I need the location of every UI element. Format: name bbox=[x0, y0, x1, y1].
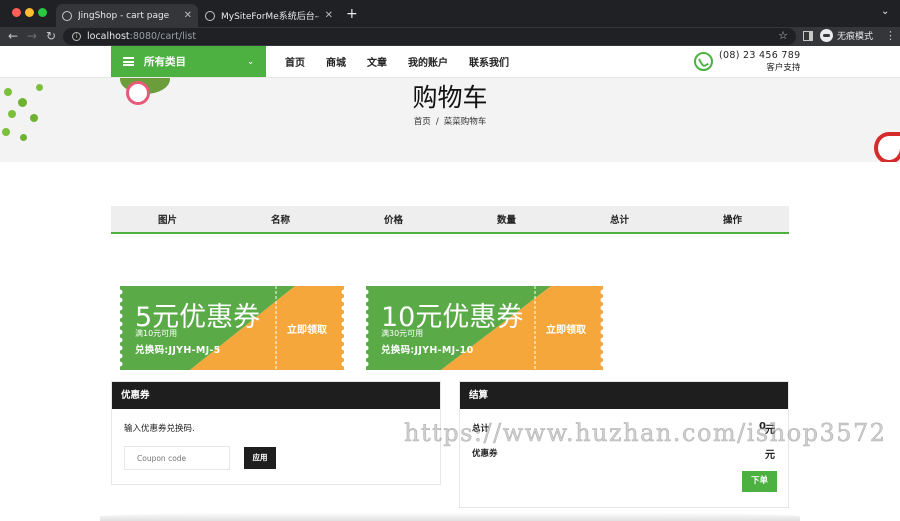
summary-coupon-unit: 元 bbox=[765, 450, 775, 461]
all-categories-button[interactable]: 所有类目 ⌄ bbox=[111, 46, 266, 77]
site-header: 所有类目 ⌄ 首页 商城 文章 我的账户 联系我们 (08) 23 456 78… bbox=[0, 46, 900, 78]
nav-shop[interactable]: 商城 bbox=[326, 54, 346, 69]
new-tab-button[interactable]: + bbox=[346, 5, 358, 23]
coupon-panel-title: 优惠券 bbox=[112, 382, 440, 409]
col-price: 价格 bbox=[383, 215, 403, 226]
tab-title: JingShop - cart page bbox=[78, 10, 170, 21]
chevron-down-icon: ⌄ bbox=[247, 57, 254, 66]
globe-icon bbox=[62, 10, 72, 21]
breadcrumb-current: 菜菜购物车 bbox=[443, 117, 487, 127]
incognito-label: 无痕模式 bbox=[837, 32, 874, 42]
globe-icon bbox=[205, 10, 215, 21]
page-title-band: 购物车 首页 / 菜菜购物车 bbox=[0, 78, 900, 162]
tab-title: MySiteForMe系统后台---孤独的 bbox=[221, 12, 319, 22]
nav-contact[interactable]: 联系我们 bbox=[469, 54, 509, 69]
summary-panel-title: 结算 bbox=[460, 382, 788, 409]
zoom-window-button[interactable] bbox=[38, 8, 47, 17]
breadcrumb-home[interactable]: 首页 bbox=[414, 117, 431, 127]
minimize-window-button[interactable] bbox=[25, 8, 34, 17]
close-window-button[interactable] bbox=[12, 8, 21, 17]
reload-icon[interactable]: ↻ bbox=[46, 28, 56, 45]
nav-my-account[interactable]: 我的账户 bbox=[408, 54, 448, 69]
claim-coupon-button[interactable]: 立即领取 bbox=[546, 321, 586, 336]
pea-decoration bbox=[20, 134, 27, 141]
tab-close-icon[interactable]: ✕ bbox=[184, 10, 192, 21]
breadcrumb: 首页 / 菜菜购物车 bbox=[0, 115, 900, 127]
coupon-card-10[interactable]: 10元优惠券 满30元可用 兑换码:JJYH-MJ-10 立即领取 bbox=[366, 286, 603, 370]
main-nav: 首页 商城 文章 我的账户 联系我们 bbox=[285, 46, 530, 77]
claim-coupon-button[interactable]: 立即领取 bbox=[287, 321, 327, 336]
incognito-indicator[interactable]: 无痕模式 bbox=[820, 29, 873, 42]
coupon-code: 兑换码:JJYH-MJ-5 bbox=[135, 345, 221, 356]
url-path: :8080/cart/list bbox=[129, 31, 197, 42]
site-info-icon[interactable]: i bbox=[72, 32, 81, 41]
back-arrow-icon[interactable]: ← bbox=[8, 28, 18, 45]
coupon-condition: 满10元可用 bbox=[135, 329, 178, 338]
nav-articles[interactable]: 文章 bbox=[367, 54, 387, 69]
forward-arrow-icon[interactable]: → bbox=[27, 28, 37, 45]
tab-close-icon[interactable]: ✕ bbox=[325, 10, 333, 21]
col-total: 总计 bbox=[609, 215, 629, 226]
summary-coupon-label: 优惠券 bbox=[472, 449, 498, 459]
phone-icon bbox=[694, 52, 713, 71]
page-bottom-shadow bbox=[100, 512, 800, 521]
browser-toolbar: ← → ↻ i localhost:8080/cart/list ☆ 无痕模式 … bbox=[0, 27, 900, 46]
col-quantity: 数量 bbox=[496, 215, 516, 226]
browser-tab-active[interactable]: JingShop - cart page ✕ bbox=[56, 4, 198, 27]
col-name: 名称 bbox=[270, 215, 290, 226]
side-panel-icon[interactable] bbox=[803, 31, 813, 41]
hamburger-icon bbox=[123, 57, 134, 66]
coupon-code-input[interactable] bbox=[124, 446, 230, 470]
place-order-button[interactable]: 下单 bbox=[742, 471, 777, 492]
coupon-condition: 满30元可用 bbox=[381, 329, 424, 338]
col-actions: 操作 bbox=[722, 215, 742, 226]
browser-tab-bar: JingShop - cart page ✕ MySiteForMe系统后台--… bbox=[0, 0, 900, 27]
coupon-code: 兑换码:JJYH-MJ-10 bbox=[381, 345, 474, 356]
coupon-panel: 优惠券 输入优惠券兑换码. 应用 bbox=[111, 381, 441, 485]
incognito-icon bbox=[820, 29, 833, 42]
page-title: 购物车 bbox=[412, 83, 488, 112]
pepper-decoration bbox=[874, 132, 900, 162]
support-label: 客户支持 bbox=[766, 63, 801, 73]
col-image: 图片 bbox=[157, 215, 177, 226]
customer-support: (08) 23 456 789 客户支持 bbox=[694, 50, 800, 73]
cart-table-header: 图片 名称 价格 数量 总计 操作 bbox=[111, 206, 789, 234]
pea-decoration bbox=[2, 128, 10, 136]
support-phone: (08) 23 456 789 bbox=[719, 50, 801, 61]
apply-coupon-button[interactable]: 应用 bbox=[244, 447, 276, 469]
browser-tab[interactable]: MySiteForMe系统后台---孤独的 ✕ bbox=[199, 4, 339, 27]
coupon-intro: 输入优惠券兑换码. bbox=[124, 424, 195, 434]
all-categories-label: 所有类目 bbox=[144, 56, 186, 68]
breadcrumb-separator: / bbox=[435, 117, 439, 127]
watermark-text: https://www.huzhan.com/ishop3572 bbox=[404, 419, 887, 448]
coupon-card-5[interactable]: 5元优惠券 满10元可用 兑换码:JJYH-MJ-5 立即领取 bbox=[120, 286, 344, 370]
browser-menu-icon[interactable]: ⋮ bbox=[885, 29, 896, 42]
nav-home[interactable]: 首页 bbox=[285, 54, 305, 69]
url-host: localhost bbox=[87, 31, 130, 42]
bookmark-star-icon[interactable]: ☆ bbox=[778, 29, 788, 42]
tab-search-chevron-icon[interactable]: ⌄ bbox=[881, 6, 889, 17]
address-bar[interactable]: i localhost:8080/cart/list ☆ bbox=[63, 28, 796, 45]
